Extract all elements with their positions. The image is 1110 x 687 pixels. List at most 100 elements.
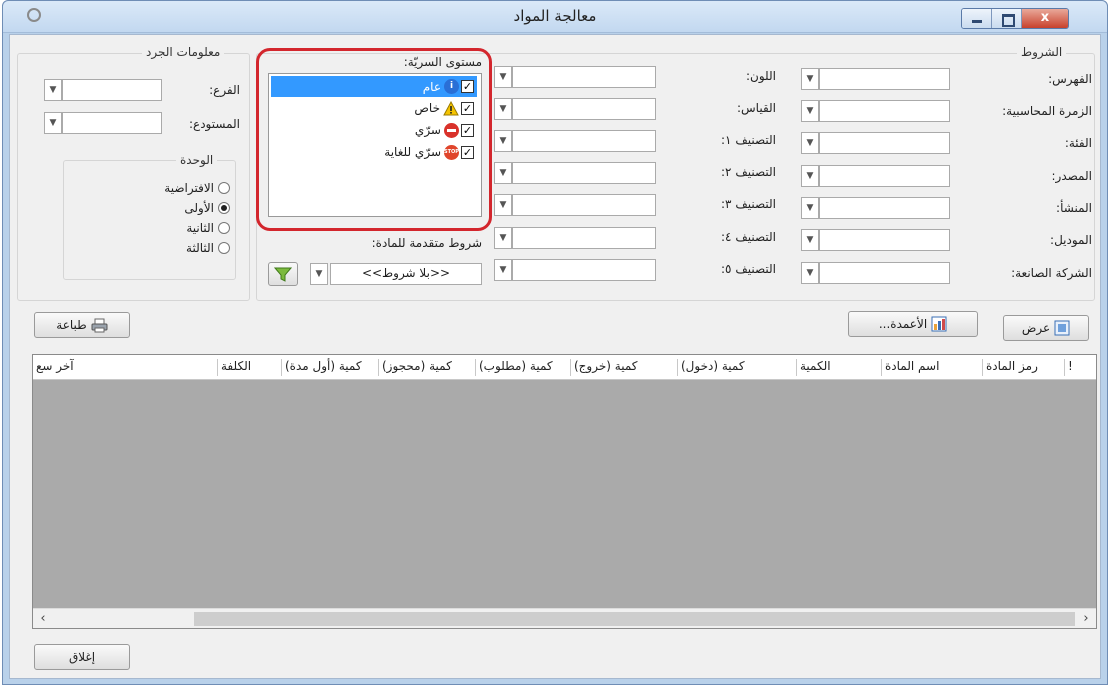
origin-dropdown[interactable]: ▼ (801, 197, 819, 219)
highlight-frame (256, 48, 492, 231)
unit-third-radio[interactable]: الثالثة (186, 241, 230, 255)
class1-dropdown[interactable]: ▼ (494, 130, 512, 152)
manufacturer-label: الشركة الصانعة: (1011, 266, 1092, 280)
size-label: القياس: (736, 101, 776, 115)
model-dropdown[interactable]: ▼ (801, 229, 819, 251)
class5-combo[interactable] (512, 259, 656, 281)
col-qty-out[interactable]: كمية (خروج) (570, 359, 637, 376)
warehouse-dropdown[interactable]: ▼ (44, 112, 62, 134)
advanced-label: شروط متقدمة للمادة: (371, 236, 482, 250)
window-title: معالجة المواد (513, 7, 597, 25)
filter-button[interactable] (268, 262, 298, 286)
col-qty[interactable]: الكمية (796, 359, 831, 376)
printer-icon (91, 318, 108, 332)
materials-grid[interactable]: ! رمز المادة اسم المادة الكمية كمية (دخو… (32, 354, 1097, 629)
model-combo[interactable] (819, 229, 950, 251)
scroll-right-icon[interactable]: › (1078, 611, 1094, 627)
source-label: المصدر: (1051, 169, 1092, 183)
category-label: الفئة: (1064, 136, 1092, 150)
size-combo[interactable] (512, 98, 656, 120)
acc-group-dropdown[interactable]: ▼ (801, 100, 819, 122)
scroll-left-icon[interactable]: ‹ (35, 611, 51, 627)
warehouse-combo[interactable] (62, 112, 162, 134)
source-dropdown[interactable]: ▼ (801, 165, 819, 187)
conditions-title: الشروط (1017, 45, 1067, 59)
col-qty-ordered[interactable]: كمية (مطلوب) (475, 359, 553, 376)
maximize-button[interactable] (992, 9, 1022, 28)
unit-title: الوحدة (176, 153, 218, 167)
class4-dropdown[interactable]: ▼ (494, 227, 512, 249)
window-controls: x (961, 8, 1069, 29)
show-button[interactable]: عرض (1003, 315, 1089, 341)
category-combo[interactable] (819, 132, 950, 154)
advanced-dropdown[interactable]: ▼ (310, 263, 328, 285)
col-name[interactable]: اسم المادة (881, 359, 939, 376)
unit-first-dot[interactable] (218, 202, 230, 214)
unit-default-dot[interactable] (218, 182, 230, 194)
main-window: معالجة المواد x الشروط الفهرس: ▼ الزمرة … (2, 0, 1108, 685)
category-dropdown[interactable]: ▼ (801, 132, 819, 154)
class3-dropdown[interactable]: ▼ (494, 194, 512, 216)
title-bar: معالجة المواد x (3, 1, 1107, 33)
branch-combo[interactable] (62, 79, 162, 101)
show-label: عرض (1021, 321, 1051, 335)
print-button[interactable]: طباعة (34, 312, 130, 338)
class3-combo[interactable] (512, 194, 656, 216)
col-flag[interactable]: ! (1064, 359, 1073, 376)
horizontal-scrollbar[interactable]: ‹ › (33, 608, 1096, 628)
close-button[interactable]: إغلاق (34, 644, 130, 670)
col-cost[interactable]: الكلفة (217, 359, 251, 376)
origin-label: المنشأ: (1056, 201, 1092, 215)
manufacturer-combo[interactable] (819, 262, 950, 284)
class4-combo[interactable] (512, 227, 656, 249)
columns-label: الأعمدة... (878, 317, 928, 331)
advanced-combo[interactable]: <<بلا شروط>> (330, 263, 482, 285)
class3-label: التصنيف ٣: (721, 197, 776, 211)
unit-first-label: الأولى (184, 201, 214, 215)
columns-button[interactable]: الأعمدة... (848, 311, 978, 337)
minimize-button[interactable] (962, 9, 992, 28)
color-label: اللون: (745, 69, 776, 83)
show-icon (1054, 320, 1070, 336)
index-dropdown[interactable]: ▼ (801, 68, 819, 90)
advanced-value: <<بلا شروط>> (361, 266, 451, 280)
unit-second-label: الثانية (186, 221, 214, 235)
index-combo[interactable] (819, 68, 950, 90)
unit-third-label: الثالثة (186, 241, 214, 255)
origin-combo[interactable] (819, 197, 950, 219)
inventory-title: معلومات الجرد (142, 45, 225, 59)
index-label: الفهرس: (1048, 72, 1092, 86)
print-label: طباعة (56, 318, 87, 332)
acc-group-combo[interactable] (819, 100, 950, 122)
scroll-thumb[interactable] (194, 612, 1075, 626)
color-dropdown[interactable]: ▼ (494, 66, 512, 88)
class2-dropdown[interactable]: ▼ (494, 162, 512, 184)
unit-options: الافتراضية الأولى الثانية الثالثة (110, 181, 230, 271)
manufacturer-dropdown[interactable]: ▼ (801, 262, 819, 284)
class2-combo[interactable] (512, 162, 656, 184)
unit-second-dot[interactable] (218, 222, 230, 234)
close-label: إغلاق (68, 650, 96, 664)
col-qty-in[interactable]: كمية (دخول) (677, 359, 745, 376)
close-window-button[interactable]: x (1022, 9, 1068, 28)
size-dropdown[interactable]: ▼ (494, 98, 512, 120)
class4-label: التصنيف ٤: (721, 230, 776, 244)
color-combo[interactable] (512, 66, 656, 88)
col-qty-reserved[interactable]: كمية (محجوز) (378, 359, 452, 376)
class1-label: التصنيف ١: (721, 133, 776, 147)
model-label: الموديل: (1050, 233, 1092, 247)
source-combo[interactable] (819, 165, 950, 187)
col-code[interactable]: رمز المادة (982, 359, 1038, 376)
branch-dropdown[interactable]: ▼ (44, 79, 62, 101)
grid-header: ! رمز المادة اسم المادة الكمية كمية (دخو… (33, 355, 1096, 380)
unit-second-radio[interactable]: الثانية (186, 221, 230, 235)
col-qty-opening[interactable]: كمية (أول مدة) (281, 359, 362, 376)
unit-first-radio[interactable]: الأولى (184, 201, 230, 215)
col-last-price[interactable]: آخر سع (33, 359, 74, 376)
unit-third-dot[interactable] (218, 242, 230, 254)
class1-combo[interactable] (512, 130, 656, 152)
unit-default-radio[interactable]: الافتراضية (164, 181, 230, 195)
class5-label: التصنيف ٥: (721, 262, 776, 276)
class2-label: التصنيف ٢: (721, 165, 776, 179)
class5-dropdown[interactable]: ▼ (494, 259, 512, 281)
